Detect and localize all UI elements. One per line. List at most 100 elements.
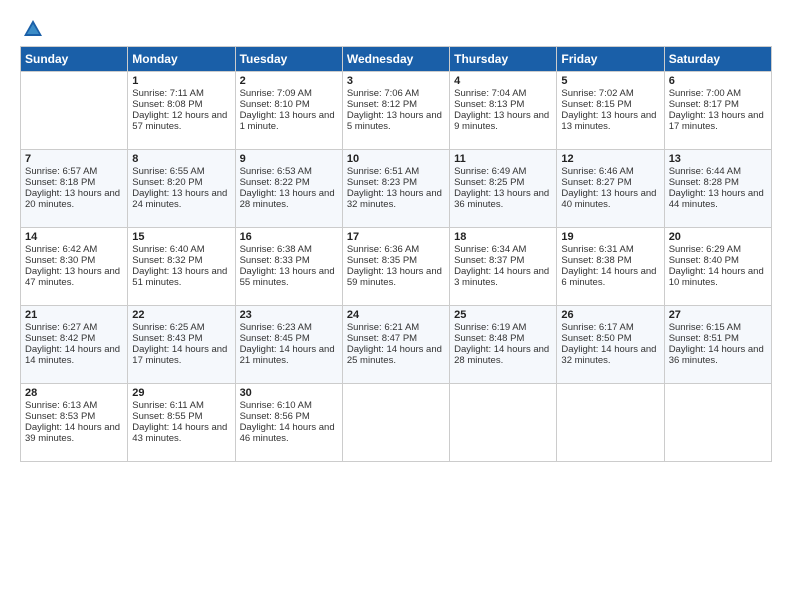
page: SundayMondayTuesdayWednesdayThursdayFrid…	[0, 0, 792, 472]
daylight-text: Daylight: 13 hours and 1 minute.	[240, 110, 335, 132]
day-number: 11	[454, 153, 552, 165]
sunset-text: Sunset: 8:30 PM	[25, 255, 95, 266]
daylight-text: Daylight: 14 hours and 10 minutes.	[669, 266, 764, 288]
calendar-cell	[450, 384, 557, 462]
calendar-cell: 1Sunrise: 7:11 AMSunset: 8:08 PMDaylight…	[128, 72, 235, 150]
day-number: 10	[347, 153, 445, 165]
sunrise-text: Sunrise: 6:49 AM	[454, 166, 526, 177]
daylight-text: Daylight: 13 hours and 44 minutes.	[669, 188, 764, 210]
calendar-week-row: 21Sunrise: 6:27 AMSunset: 8:42 PMDayligh…	[21, 306, 772, 384]
day-number: 30	[240, 387, 338, 399]
sunset-text: Sunset: 8:23 PM	[347, 177, 417, 188]
day-number: 17	[347, 231, 445, 243]
day-number: 4	[454, 75, 552, 87]
calendar-cell: 21Sunrise: 6:27 AMSunset: 8:42 PMDayligh…	[21, 306, 128, 384]
calendar-cell: 28Sunrise: 6:13 AMSunset: 8:53 PMDayligh…	[21, 384, 128, 462]
sunrise-text: Sunrise: 6:42 AM	[25, 244, 97, 255]
calendar-cell	[21, 72, 128, 150]
sunset-text: Sunset: 8:38 PM	[561, 255, 631, 266]
daylight-text: Daylight: 14 hours and 14 minutes.	[25, 344, 120, 366]
day-number: 9	[240, 153, 338, 165]
calendar-cell: 19Sunrise: 6:31 AMSunset: 8:38 PMDayligh…	[557, 228, 664, 306]
calendar-cell: 12Sunrise: 6:46 AMSunset: 8:27 PMDayligh…	[557, 150, 664, 228]
sunset-text: Sunset: 8:32 PM	[132, 255, 202, 266]
day-number: 25	[454, 309, 552, 321]
sunrise-text: Sunrise: 6:36 AM	[347, 244, 419, 255]
day-number: 16	[240, 231, 338, 243]
day-number: 2	[240, 75, 338, 87]
calendar-cell	[557, 384, 664, 462]
calendar-cell: 16Sunrise: 6:38 AMSunset: 8:33 PMDayligh…	[235, 228, 342, 306]
sunrise-text: Sunrise: 6:38 AM	[240, 244, 312, 255]
sunrise-text: Sunrise: 6:19 AM	[454, 322, 526, 333]
calendar-cell: 27Sunrise: 6:15 AMSunset: 8:51 PMDayligh…	[664, 306, 771, 384]
sunset-text: Sunset: 8:40 PM	[669, 255, 739, 266]
sunrise-text: Sunrise: 7:04 AM	[454, 88, 526, 99]
daylight-text: Daylight: 14 hours and 28 minutes.	[454, 344, 549, 366]
sunset-text: Sunset: 8:45 PM	[240, 333, 310, 344]
daylight-text: Daylight: 14 hours and 36 minutes.	[669, 344, 764, 366]
daylight-text: Daylight: 12 hours and 57 minutes.	[132, 110, 227, 132]
sunrise-text: Sunrise: 6:40 AM	[132, 244, 204, 255]
sunset-text: Sunset: 8:27 PM	[561, 177, 631, 188]
logo	[20, 18, 44, 40]
day-number: 21	[25, 309, 123, 321]
calendar-cell: 23Sunrise: 6:23 AMSunset: 8:45 PMDayligh…	[235, 306, 342, 384]
sunrise-text: Sunrise: 7:02 AM	[561, 88, 633, 99]
weekday-header-monday: Monday	[128, 47, 235, 72]
daylight-text: Daylight: 13 hours and 24 minutes.	[132, 188, 227, 210]
day-number: 18	[454, 231, 552, 243]
daylight-text: Daylight: 14 hours and 39 minutes.	[25, 422, 120, 444]
calendar-cell: 17Sunrise: 6:36 AMSunset: 8:35 PMDayligh…	[342, 228, 449, 306]
calendar-cell: 6Sunrise: 7:00 AMSunset: 8:17 PMDaylight…	[664, 72, 771, 150]
calendar-cell	[342, 384, 449, 462]
daylight-text: Daylight: 14 hours and 21 minutes.	[240, 344, 335, 366]
sunset-text: Sunset: 8:25 PM	[454, 177, 524, 188]
daylight-text: Daylight: 13 hours and 40 minutes.	[561, 188, 656, 210]
sunrise-text: Sunrise: 7:06 AM	[347, 88, 419, 99]
calendar-week-row: 7Sunrise: 6:57 AMSunset: 8:18 PMDaylight…	[21, 150, 772, 228]
daylight-text: Daylight: 13 hours and 51 minutes.	[132, 266, 227, 288]
sunset-text: Sunset: 8:10 PM	[240, 99, 310, 110]
day-number: 19	[561, 231, 659, 243]
calendar-cell: 8Sunrise: 6:55 AMSunset: 8:20 PMDaylight…	[128, 150, 235, 228]
sunrise-text: Sunrise: 6:11 AM	[132, 400, 204, 411]
daylight-text: Daylight: 13 hours and 47 minutes.	[25, 266, 120, 288]
sunrise-text: Sunrise: 6:23 AM	[240, 322, 312, 333]
sunrise-text: Sunrise: 6:10 AM	[240, 400, 312, 411]
calendar-cell: 24Sunrise: 6:21 AMSunset: 8:47 PMDayligh…	[342, 306, 449, 384]
sunset-text: Sunset: 8:53 PM	[25, 411, 95, 422]
calendar-cell: 11Sunrise: 6:49 AMSunset: 8:25 PMDayligh…	[450, 150, 557, 228]
sunrise-text: Sunrise: 6:53 AM	[240, 166, 312, 177]
daylight-text: Daylight: 14 hours and 43 minutes.	[132, 422, 227, 444]
calendar-cell: 20Sunrise: 6:29 AMSunset: 8:40 PMDayligh…	[664, 228, 771, 306]
daylight-text: Daylight: 14 hours and 32 minutes.	[561, 344, 656, 366]
logo-icon	[22, 18, 44, 40]
day-number: 23	[240, 309, 338, 321]
day-number: 12	[561, 153, 659, 165]
sunset-text: Sunset: 8:17 PM	[669, 99, 739, 110]
day-number: 27	[669, 309, 767, 321]
day-number: 22	[132, 309, 230, 321]
sunrise-text: Sunrise: 7:11 AM	[132, 88, 204, 99]
day-number: 13	[669, 153, 767, 165]
calendar-week-row: 1Sunrise: 7:11 AMSunset: 8:08 PMDaylight…	[21, 72, 772, 150]
daylight-text: Daylight: 13 hours and 59 minutes.	[347, 266, 442, 288]
sunrise-text: Sunrise: 6:27 AM	[25, 322, 97, 333]
sunset-text: Sunset: 8:28 PM	[669, 177, 739, 188]
calendar-cell: 18Sunrise: 6:34 AMSunset: 8:37 PMDayligh…	[450, 228, 557, 306]
calendar-cell: 29Sunrise: 6:11 AMSunset: 8:55 PMDayligh…	[128, 384, 235, 462]
header	[20, 18, 772, 40]
calendar-week-row: 28Sunrise: 6:13 AMSunset: 8:53 PMDayligh…	[21, 384, 772, 462]
daylight-text: Daylight: 13 hours and 13 minutes.	[561, 110, 656, 132]
daylight-text: Daylight: 13 hours and 17 minutes.	[669, 110, 764, 132]
calendar-table: SundayMondayTuesdayWednesdayThursdayFrid…	[20, 46, 772, 462]
weekday-header-tuesday: Tuesday	[235, 47, 342, 72]
daylight-text: Daylight: 14 hours and 6 minutes.	[561, 266, 656, 288]
calendar-cell: 30Sunrise: 6:10 AMSunset: 8:56 PMDayligh…	[235, 384, 342, 462]
daylight-text: Daylight: 13 hours and 20 minutes.	[25, 188, 120, 210]
day-number: 8	[132, 153, 230, 165]
sunrise-text: Sunrise: 7:00 AM	[669, 88, 741, 99]
calendar-cell: 7Sunrise: 6:57 AMSunset: 8:18 PMDaylight…	[21, 150, 128, 228]
sunset-text: Sunset: 8:48 PM	[454, 333, 524, 344]
